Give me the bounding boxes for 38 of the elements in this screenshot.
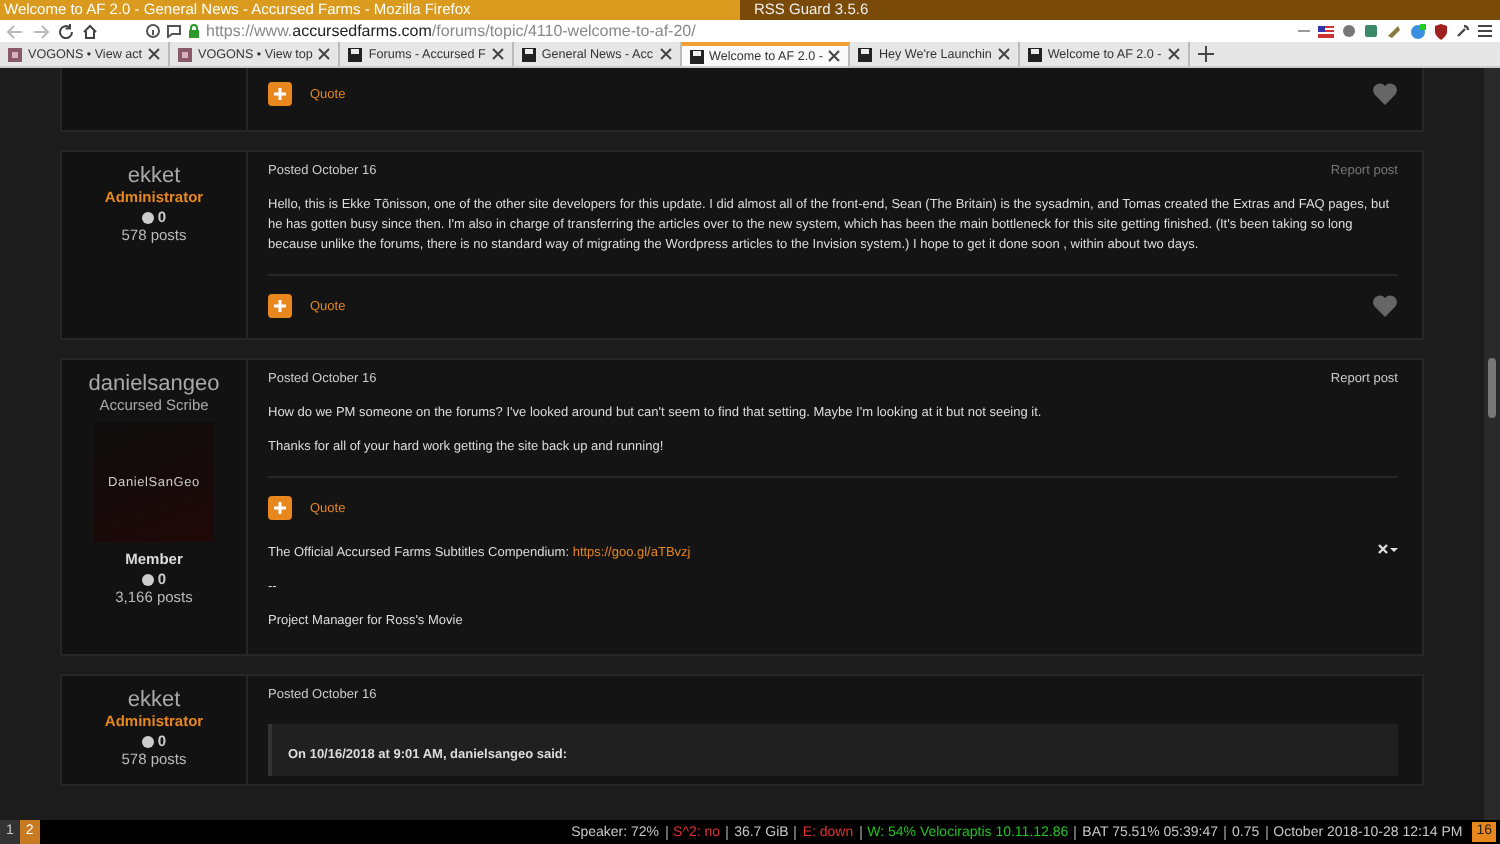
plus-icon	[274, 300, 286, 312]
lock-icon	[188, 24, 200, 38]
multiquote-button[interactable]	[268, 294, 292, 318]
menu-icon[interactable]	[1478, 24, 1492, 38]
author-name[interactable]: danielsangeo	[88, 372, 220, 396]
plus-icon[interactable]	[1197, 46, 1214, 62]
close-icon[interactable]	[1167, 48, 1180, 60]
shield-icon[interactable]	[1434, 23, 1448, 39]
close-icon[interactable]	[148, 48, 161, 60]
plus-icon	[274, 88, 286, 100]
square-icon[interactable]	[1364, 24, 1378, 38]
close-dropdown-icon[interactable]	[1378, 544, 1398, 556]
author-name[interactable]: ekket	[127, 688, 181, 712]
reputation-dot-icon	[141, 735, 154, 747]
square-favicon	[8, 47, 22, 61]
heart-icon[interactable]	[1372, 82, 1398, 106]
info-icon[interactable]	[146, 24, 160, 38]
plus-icon	[274, 502, 286, 514]
reputation-dot-icon	[141, 573, 154, 585]
minus-icon[interactable]	[1298, 24, 1310, 38]
speech-bubble-icon[interactable]	[166, 24, 182, 38]
scrollbar-thumb[interactable]	[1488, 358, 1496, 418]
close-icon[interactable]	[659, 48, 672, 60]
close-icon[interactable]	[828, 50, 841, 62]
multiquote-button[interactable]	[268, 82, 292, 106]
close-icon[interactable]	[491, 48, 504, 60]
wrench-icon[interactable]	[1456, 24, 1470, 38]
heart-icon[interactable]	[1372, 294, 1398, 318]
author-name[interactable]: ekket	[127, 164, 181, 188]
reputation-dot-icon	[141, 211, 154, 223]
close-icon[interactable]	[997, 48, 1010, 60]
home-icon[interactable]	[82, 23, 98, 39]
circle-icon[interactable]	[1410, 23, 1426, 39]
reload-icon[interactable]	[58, 23, 74, 39]
multiquote-button[interactable]	[268, 496, 292, 520]
square-favicon	[178, 47, 193, 61]
close-icon[interactable]	[318, 48, 331, 60]
flag-icon[interactable]	[1318, 25, 1334, 37]
